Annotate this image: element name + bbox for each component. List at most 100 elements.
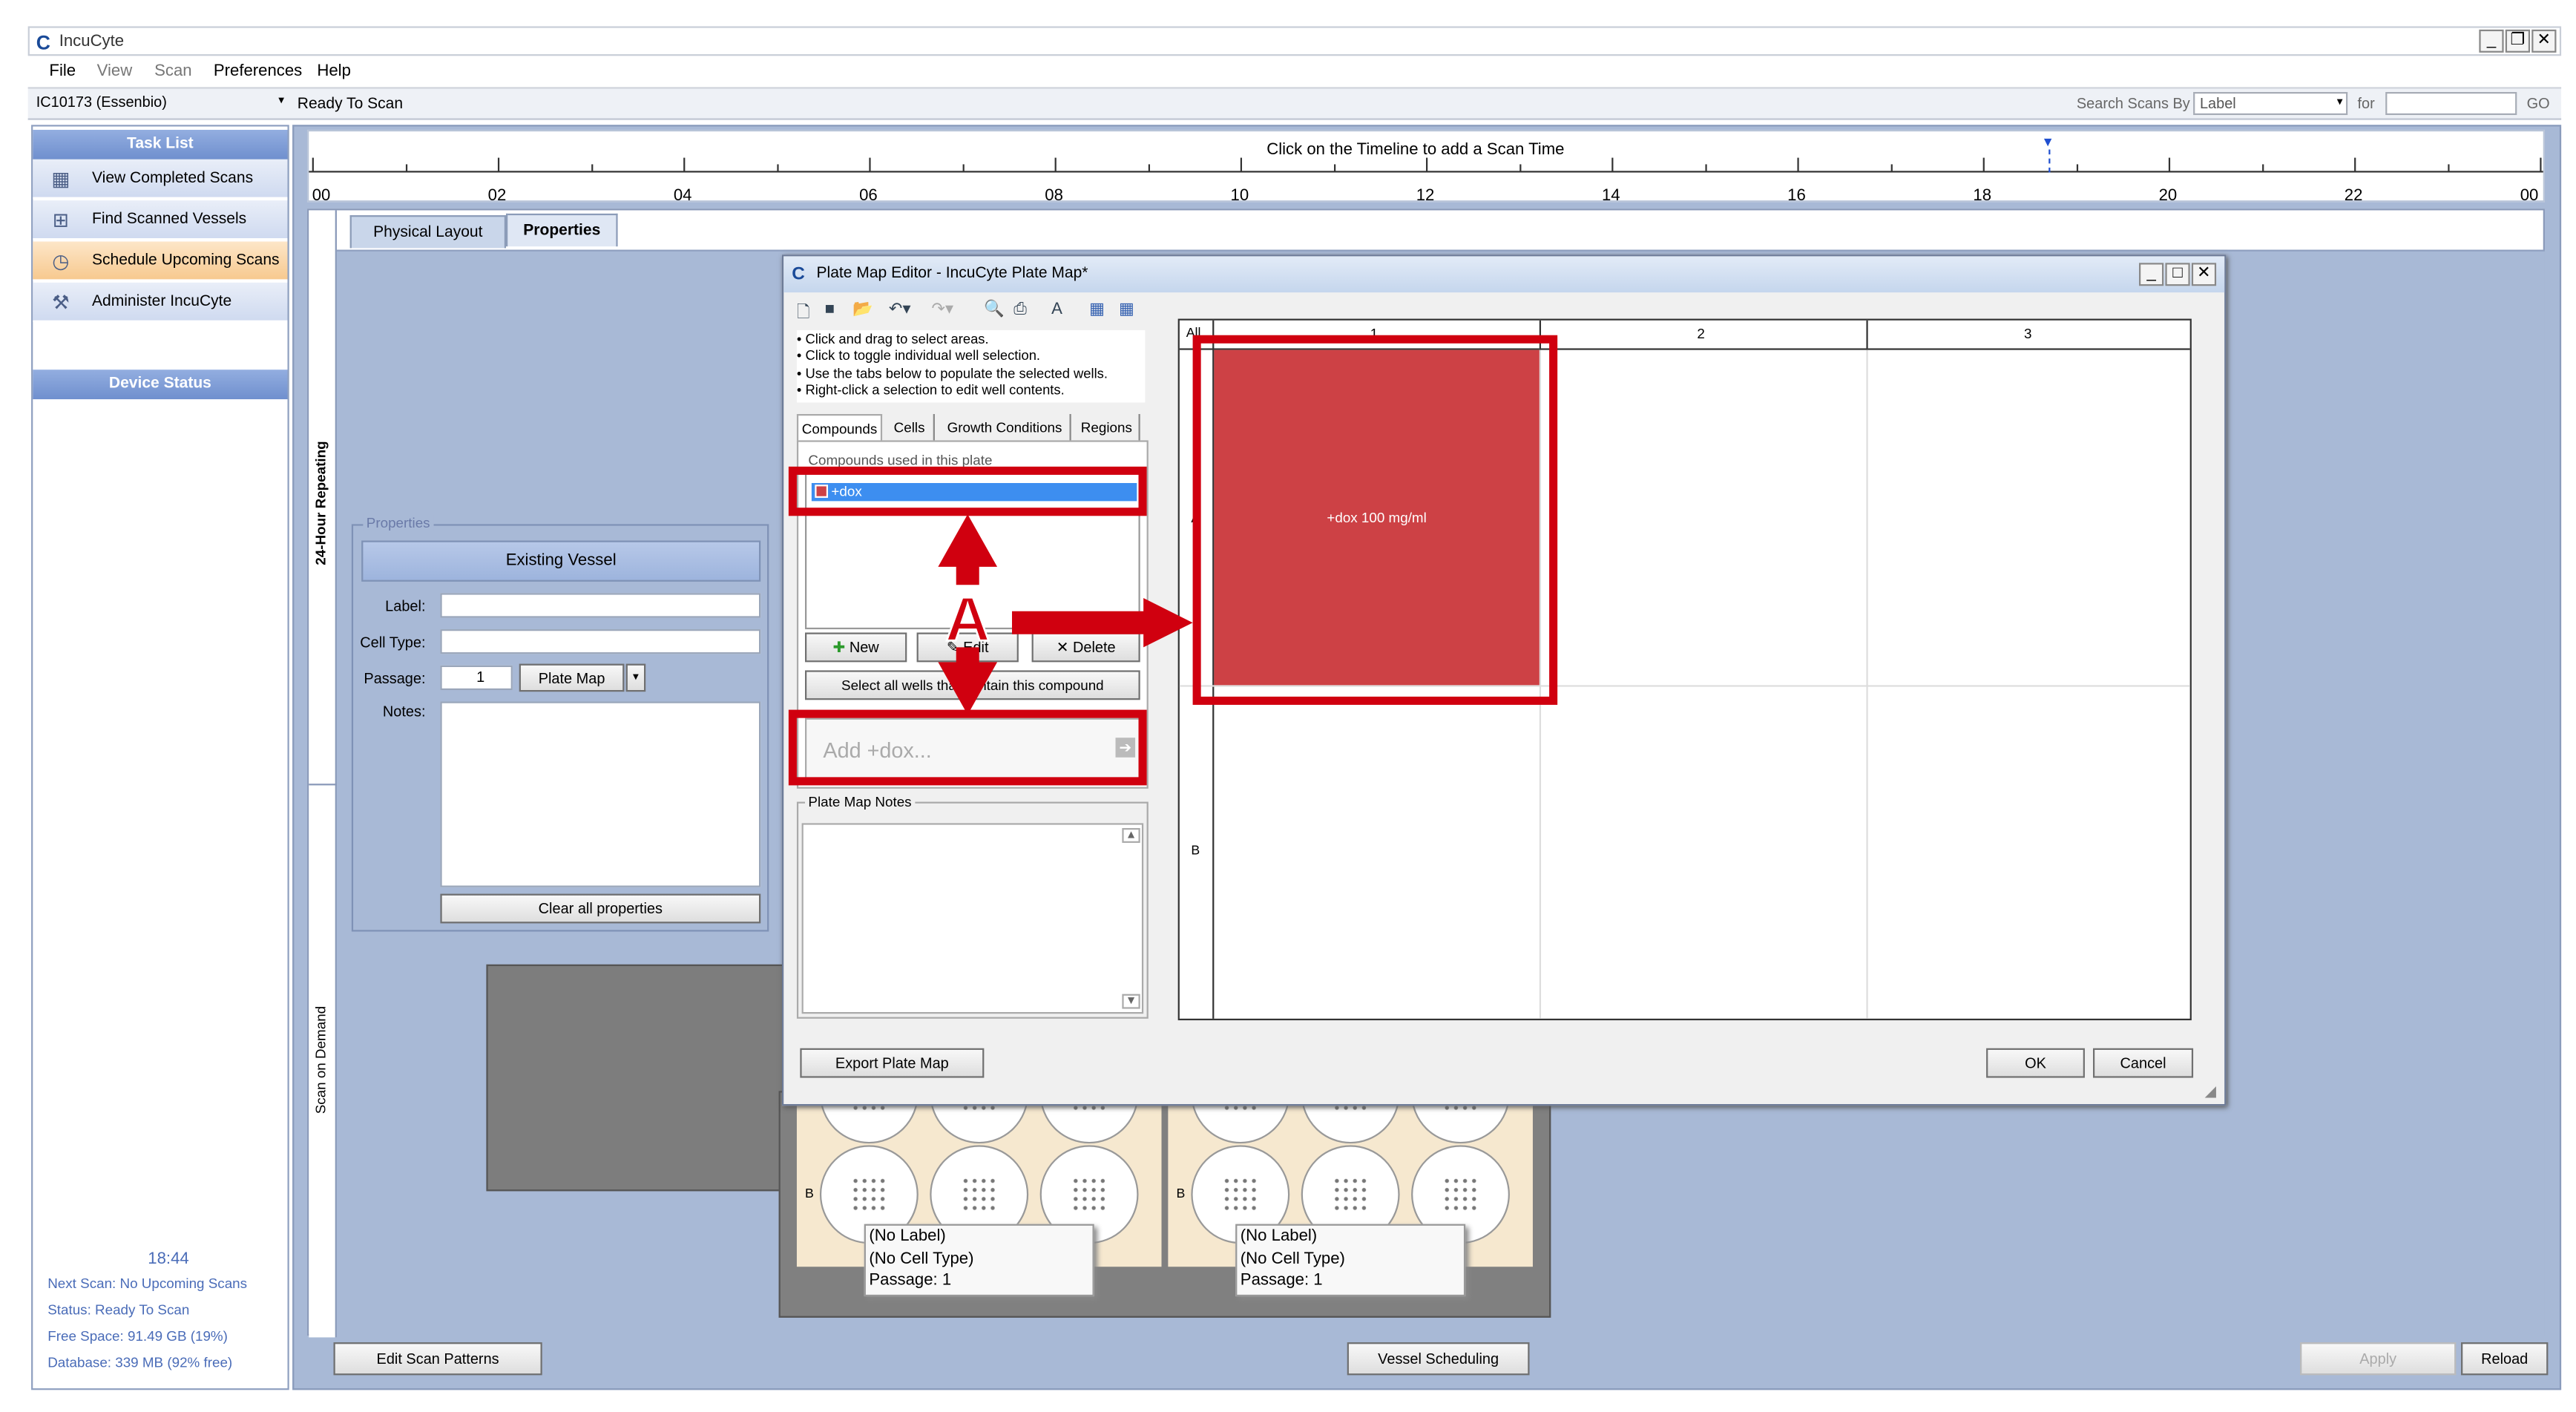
scan-timeline[interactable]: Click on the Timeline to add a Scan Time…	[307, 129, 2545, 206]
save-icon[interactable]: ■	[825, 301, 835, 318]
open-folder-icon[interactable]: 📂	[852, 301, 873, 318]
timeline-tick	[1890, 164, 1892, 173]
scan-status: Ready To Scan	[297, 95, 404, 114]
calendar-grid-icon: ▦	[51, 167, 70, 191]
timeline-tick	[2540, 157, 2542, 173]
go-button[interactable]: GO	[2527, 95, 2550, 111]
clear-all-properties-button[interactable]: Clear all properties	[440, 893, 761, 924]
timeline-tick	[1147, 164, 1149, 173]
new-compound-button[interactable]: ✚ New	[805, 632, 907, 663]
tab-growth-conditions[interactable]: Growth Conditions	[940, 414, 1071, 442]
tooltip-passage: Passage: 1	[869, 1271, 952, 1290]
plate-view: B B (No Label) (No Cell Type) Passage: 1…	[778, 1091, 1551, 1318]
search-by-value: Label	[2199, 95, 2236, 112]
redo-icon[interactable]: ↷▾	[932, 301, 954, 318]
down-arrow-icon	[938, 647, 998, 715]
menu-file[interactable]: File	[49, 62, 76, 80]
reload-button[interactable]: Reload	[2461, 1342, 2549, 1376]
grid-view-icon[interactable]: ▦	[1089, 301, 1105, 318]
scan-time-marker-icon[interactable]: ▼	[2041, 135, 2054, 150]
compounds-list-caption: Compounds used in this plate	[808, 451, 993, 469]
close-icon[interactable]: ✕	[2191, 263, 2217, 286]
minimize-icon[interactable]: _	[2479, 29, 2504, 53]
timeline-tick	[683, 157, 686, 173]
menu-scan[interactable]: Scan	[154, 62, 191, 80]
highlight-well-a1	[1192, 335, 1558, 705]
label-caption: Label:	[385, 598, 426, 615]
database-size: Database: 339 MB (92% free)	[47, 1353, 233, 1370]
plate-map-dropdown-icon[interactable]: ▾	[625, 663, 646, 692]
column-header-3[interactable]: 3	[2024, 325, 2031, 341]
print-preview-icon[interactable]: 🔍	[984, 301, 1005, 318]
schedule-strip: 24-Hour Repeating Scan on Demand	[309, 210, 337, 1338]
task-administer-incucyte[interactable]: ⚒ Administer IncuCyte	[33, 282, 288, 323]
tab-cells[interactable]: Cells	[886, 414, 935, 442]
column-header-2[interactable]: 2	[1697, 325, 1704, 341]
annotation-arrows: A	[938, 514, 1193, 715]
instructions-box: • Click and drag to select areas. • Clic…	[796, 330, 1146, 403]
menu-view[interactable]: View	[97, 62, 133, 80]
timeline-tick	[869, 157, 871, 173]
tab-physical-layout[interactable]: Physical Layout	[349, 215, 507, 249]
tooltip-label: (No Label)	[869, 1227, 946, 1246]
menu-help[interactable]: Help	[317, 62, 351, 80]
export-plate-map-button[interactable]: Export Plate Map	[800, 1048, 985, 1078]
notes-field[interactable]	[440, 701, 761, 887]
plate-map-button[interactable]: Plate Map	[519, 663, 625, 692]
resize-grip-icon[interactable]: ◢	[2205, 1083, 2216, 1100]
task-schedule-upcoming-scans[interactable]: ◷ Schedule Upcoming Scans	[33, 241, 288, 281]
restore-icon[interactable]: ❐	[2505, 29, 2531, 53]
cancel-button[interactable]: Cancel	[2093, 1048, 2194, 1078]
ok-button[interactable]: OK	[1986, 1048, 2085, 1078]
maximize-icon[interactable]: □	[2165, 263, 2190, 286]
notes-caption: Notes:	[382, 703, 426, 720]
timeline-tick	[1519, 164, 1521, 173]
tab-compounds[interactable]: Compounds	[796, 414, 883, 442]
new-file-icon[interactable]: 🗋	[797, 301, 810, 329]
tab-properties[interactable]: Properties	[506, 213, 618, 247]
for-label: for	[2357, 95, 2375, 112]
cell-type-field[interactable]	[440, 629, 761, 654]
passage-stepper[interactable]: 1	[440, 665, 513, 691]
timeline-hour-label: 04	[673, 187, 692, 206]
minimize-icon[interactable]: _	[2139, 263, 2164, 286]
menu-preferences[interactable]: Preferences	[214, 62, 302, 80]
timeline-hour-label: 08	[1045, 187, 1063, 206]
task-find-scanned-vessels[interactable]: ⊞ Find Scanned Vessels	[33, 200, 288, 240]
instruction-line: • Right-click a selection to edit well c…	[796, 381, 1065, 398]
clock-time: 18:44	[148, 1250, 189, 1269]
row-header-b[interactable]: B	[1191, 843, 1200, 858]
undo-icon[interactable]: ↶▾	[889, 301, 911, 318]
timeline-tick	[2075, 164, 2077, 173]
label-field[interactable]	[440, 593, 761, 618]
edit-scan-patterns-button[interactable]: Edit Scan Patterns	[333, 1342, 542, 1376]
tab-regions[interactable]: Regions	[1074, 414, 1140, 442]
tooltip-cell: (No Cell Type)	[869, 1249, 974, 1268]
print-icon[interactable]: ⎙	[1013, 301, 1027, 318]
grid-alt-icon[interactable]: ▦	[1119, 301, 1134, 318]
window-title: IncuCyte	[59, 33, 125, 51]
close-icon[interactable]: ✕	[2531, 29, 2557, 53]
dialog-title-bar: C Plate Map Editor - IncuCyte Plate Map*…	[783, 256, 2225, 293]
device-select[interactable]: IC10173 (Essenbio) ▾	[31, 92, 287, 115]
free-space: Free Space: 91.49 GB (19%)	[47, 1327, 228, 1344]
timeline-tick	[1240, 157, 1243, 173]
scroll-up-icon[interactable]: ▲	[1122, 828, 1140, 843]
font-icon[interactable]: A	[1051, 301, 1062, 318]
menu-bar: File View Scan Preferences Help	[27, 57, 2562, 86]
plate-map-notes-field[interactable]: ▲ ▼	[801, 823, 1144, 1014]
task-view-completed-scans[interactable]: ▦ View Completed Scans	[33, 159, 288, 199]
right-arrow-icon	[1012, 598, 1193, 648]
existing-vessel-header: Existing Vessel	[361, 540, 761, 582]
task-list-header: Task List	[33, 129, 288, 160]
plate-map-notes-group: Plate Map Notes ▲ ▼	[796, 793, 1149, 1019]
vessel-scheduling-button[interactable]: Vessel Scheduling	[1347, 1342, 1530, 1376]
apply-button[interactable]: Apply	[2300, 1342, 2457, 1376]
timeline-hour-label: 02	[487, 187, 507, 206]
search-input[interactable]	[2385, 92, 2517, 116]
search-by-select[interactable]: Label ▾	[2193, 92, 2348, 116]
timeline-tick	[1054, 157, 1057, 173]
scroll-down-icon[interactable]: ▼	[1122, 994, 1140, 1009]
timeline-hour-label: 12	[1416, 187, 1435, 206]
device-status-text: Status: Ready To Scan	[47, 1301, 190, 1318]
